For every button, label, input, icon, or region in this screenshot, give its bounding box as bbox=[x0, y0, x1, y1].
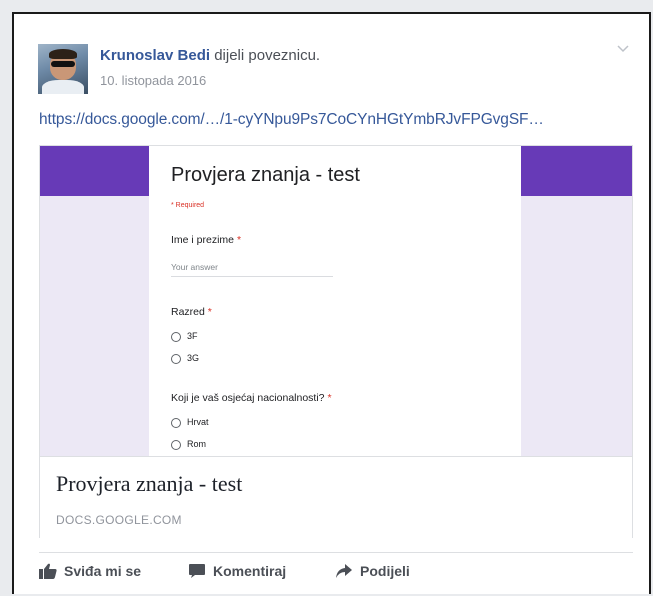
radio-circle-icon bbox=[171, 353, 181, 364]
form-preview-sheet: Provjera znanja - test * Required Ime i … bbox=[149, 146, 521, 456]
radio-option: Hrvat bbox=[171, 416, 209, 428]
radio-circle-icon bbox=[171, 417, 181, 428]
thumbs-up-icon bbox=[39, 563, 57, 579]
like-label: Sviđa mi se bbox=[64, 563, 142, 579]
link-preview-card[interactable]: Provjera znanja - test * Required Ime i … bbox=[39, 145, 633, 539]
question-text: Koji je vaš osjećaj nacionalnosti? bbox=[171, 392, 325, 404]
radio-circle-icon bbox=[171, 439, 181, 450]
post-date[interactable]: 10. listopada 2016 bbox=[100, 73, 206, 88]
share-label: Podijeli bbox=[360, 563, 410, 579]
option-label: 3F bbox=[187, 331, 198, 341]
share-arrow-icon bbox=[336, 564, 352, 578]
share-button[interactable]: Podijeli bbox=[335, 563, 410, 579]
radio-option: Rom bbox=[171, 438, 206, 450]
radio-option: 3F bbox=[171, 330, 198, 342]
chevron-down-icon[interactable] bbox=[617, 43, 629, 55]
link-preview-footer: Provjera znanja - test DOCS.GOOGLE.COM bbox=[40, 456, 632, 539]
comment-button[interactable]: Komentiraj bbox=[188, 563, 286, 579]
avatar-sunglasses bbox=[51, 61, 75, 67]
link-title: Provjera znanja - test bbox=[56, 471, 243, 496]
question-text: Ime i prezime bbox=[171, 234, 235, 246]
question-label: Koji je vaš osjećaj nacionalnosti? * bbox=[171, 392, 332, 404]
comment-label: Komentiraj bbox=[213, 563, 287, 579]
option-label: Rom bbox=[187, 439, 207, 449]
author-name[interactable]: Krunoslav Bedi bbox=[100, 47, 210, 64]
required-star: * bbox=[327, 392, 332, 404]
radio-circle-icon bbox=[171, 331, 181, 342]
post-header-line: Krunoslav Bedi dijeli poveznicu. bbox=[100, 47, 320, 64]
question-label: Razred * bbox=[171, 306, 212, 318]
answer-field: Your answer bbox=[171, 262, 333, 277]
post-action-text: dijeli poveznicu. bbox=[214, 47, 321, 64]
required-note: * Required bbox=[171, 202, 205, 209]
like-button[interactable]: Sviđa mi se bbox=[39, 563, 141, 579]
comment-icon bbox=[189, 564, 205, 578]
post-avatar[interactable] bbox=[38, 44, 88, 94]
form-title: Provjera znanja - test bbox=[171, 164, 360, 186]
form-preview-image: Provjera znanja - test * Required Ime i … bbox=[40, 146, 632, 456]
question-label: Ime i prezime * bbox=[171, 234, 241, 246]
option-label: Hrvat bbox=[187, 417, 209, 427]
link-domain: DOCS.GOOGLE.COM bbox=[56, 513, 182, 527]
option-label: 3G bbox=[187, 353, 200, 363]
required-star: * bbox=[207, 306, 212, 318]
radio-option: 3G bbox=[171, 352, 199, 364]
actions-divider bbox=[39, 552, 633, 553]
avatar-hair bbox=[49, 49, 77, 59]
shared-link-url[interactable]: https://docs.google.com/…/1-cyYNpu9Ps7Co… bbox=[39, 111, 544, 129]
question-text: Razred bbox=[171, 306, 205, 318]
avatar-shirt bbox=[42, 80, 84, 94]
required-star: * bbox=[236, 234, 242, 246]
